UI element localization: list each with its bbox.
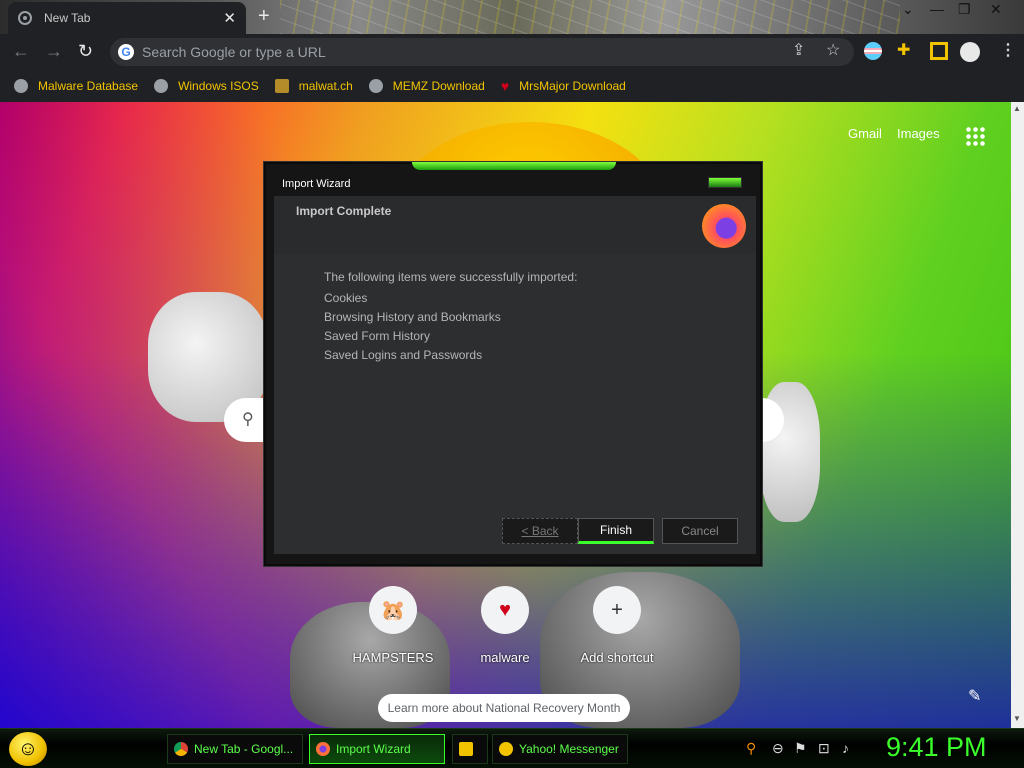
bookmark-mrsmajor-download[interactable]: ♥ MrsMajor Download: [501, 79, 626, 93]
bookmark-windows-isos[interactable]: Windows ISOS: [154, 79, 259, 93]
page-scrollbar[interactable]: ▲ ▼: [1011, 102, 1024, 728]
dialog-close-button[interactable]: [708, 177, 742, 188]
imported-item: Cookies: [324, 291, 368, 305]
search-icon: ⚲: [242, 411, 254, 428]
omnibox[interactable]: G Search Google or type a URL: [110, 38, 854, 66]
new-tab-button[interactable]: +: [258, 5, 270, 28]
shortcut-malware[interactable]: ♥ malware: [455, 586, 555, 665]
extensions-puzzle-icon[interactable]: ✚: [897, 42, 915, 60]
taskbar-item-folder[interactable]: [452, 734, 488, 764]
bookmark-label: Windows ISOS: [178, 79, 259, 93]
hamster-icon: 🐹: [369, 586, 417, 634]
start-smiley-button[interactable]: ☺: [9, 732, 47, 766]
title-glow-decoration: [412, 162, 616, 170]
shortcut-label: Add shortcut: [580, 650, 654, 665]
folder-icon: [459, 742, 473, 756]
back-arrow-icon[interactable]: ←: [12, 41, 30, 62]
search-box-left[interactable]: ⚲: [224, 398, 264, 442]
globe-icon: [154, 79, 169, 93]
bookmark-label: MrsMajor Download: [519, 79, 626, 93]
tab-new-tab[interactable]: New Tab ✕: [8, 2, 246, 34]
taskbar-label: Import Wizard: [336, 742, 411, 756]
shortcut-label: malware: [480, 650, 530, 665]
images-link[interactable]: Images: [897, 126, 940, 141]
bookmark-label: malwat.ch: [298, 79, 353, 93]
network-tray-icon[interactable]: ⊡: [818, 740, 830, 757]
bookmark-label: Malware Database: [38, 79, 139, 93]
tab-title: New Tab: [44, 11, 91, 25]
side-panel-icon[interactable]: [930, 42, 948, 60]
globe-icon: [368, 79, 383, 93]
learn-more-link[interactable]: Learn more about National Recovery Month: [378, 694, 630, 722]
theme-scribble-decoration: [280, 0, 900, 34]
search-tray-icon[interactable]: ⚲: [746, 740, 756, 757]
scroll-down-icon[interactable]: ▼: [1013, 714, 1021, 723]
tab-search-icon[interactable]: ⌄: [902, 1, 914, 18]
imported-item: Saved Form History: [324, 329, 431, 343]
apps-grid-icon[interactable]: [965, 126, 985, 146]
dialog-heading: Import Complete: [296, 204, 392, 218]
close-window-button[interactable]: ✕: [990, 1, 1002, 18]
reload-icon[interactable]: ↻: [78, 41, 93, 62]
yahoo-smiley-icon: [499, 742, 513, 756]
volume-tray-icon[interactable]: ♪: [842, 740, 849, 756]
taskbar-label: New Tab - Googl...: [194, 742, 294, 756]
bookmarks-bar: Malware Database Windows ISOS malwat.ch …: [0, 70, 1024, 102]
finish-button[interactable]: Finish: [578, 518, 654, 544]
bookmark-label: MEMZ Download: [392, 79, 485, 93]
minus-tray-icon[interactable]: ⊖: [772, 740, 784, 757]
plus-icon: +: [593, 586, 641, 634]
screen: New Tab ✕ + ⌄ — ❐ ✕ ← → ↻ G Search Googl…: [0, 0, 1024, 768]
bookmark-malware-database[interactable]: Malware Database: [14, 79, 138, 93]
taskbar-item-import-wizard[interactable]: Import Wizard: [309, 734, 445, 764]
dialog-header: Import Complete: [274, 196, 756, 254]
taskbar-item-yahoo-messenger[interactable]: Yahoo! Messenger: [492, 734, 628, 764]
taskbar-clock[interactable]: 9:41 PM: [886, 732, 987, 763]
flag-extension-icon[interactable]: [864, 42, 882, 60]
tab-strip: New Tab ✕ + ⌄ — ❐ ✕: [0, 0, 1024, 34]
maximize-button[interactable]: ❐: [958, 1, 971, 18]
globe-icon: [14, 79, 28, 93]
share-icon[interactable]: ⇪: [792, 40, 805, 60]
imported-item: Saved Logins and Passwords: [324, 348, 483, 362]
shortcut-label: HAMPSTERS: [352, 650, 434, 665]
dialog-title: Import Wizard: [282, 178, 351, 190]
chrome-menu-icon[interactable]: ⋮: [1000, 40, 1016, 60]
heart-icon: ♥: [500, 78, 510, 94]
omnibox-placeholder: Search Google or type a URL: [142, 44, 326, 60]
taskbar-label: Yahoo! Messenger: [519, 742, 619, 756]
chrome-icon: [174, 742, 188, 756]
google-g-icon: G: [118, 44, 134, 60]
import-intro-text: The following items were successfully im…: [324, 270, 578, 284]
taskbar: ☺ New Tab - Googl... Import Wizard Yahoo…: [0, 728, 1024, 768]
forward-arrow-icon[interactable]: →: [45, 41, 63, 62]
figure-icon: [274, 79, 289, 93]
import-wizard-dialog: Import Wizard Import Complete The follow…: [264, 162, 762, 566]
taskbar-item-new-tab[interactable]: New Tab - Googl...: [167, 734, 303, 764]
firefox-icon: [316, 742, 330, 756]
profile-avatar-icon[interactable]: [960, 42, 980, 62]
shortcut-hampsters[interactable]: 🐹 HAMPSTERS: [343, 586, 443, 665]
scroll-up-icon[interactable]: ▲: [1013, 104, 1021, 113]
bookmark-star-icon[interactable]: ☆: [826, 40, 840, 60]
dialog-body: The following items were successfully im…: [274, 254, 756, 554]
chrome-favicon-icon: [18, 11, 32, 25]
heart-icon: ♥: [481, 586, 529, 634]
minimize-button[interactable]: —: [930, 1, 944, 17]
bookmark-malwatch[interactable]: malwat.ch: [274, 79, 353, 93]
imported-item: Browsing History and Bookmarks: [324, 310, 501, 324]
cancel-button[interactable]: Cancel: [662, 518, 738, 544]
shortcut-add[interactable]: + Add shortcut: [567, 586, 667, 665]
tab-close-icon[interactable]: ✕: [223, 9, 236, 27]
firefox-logo-icon: [702, 204, 746, 248]
customize-pencil-icon[interactable]: ✎: [968, 686, 981, 706]
back-button[interactable]: < Back: [502, 518, 578, 544]
flag-tray-icon[interactable]: ⚑: [794, 740, 807, 757]
gmail-link[interactable]: Gmail: [848, 126, 882, 141]
bookmark-memz-download[interactable]: MEMZ Download: [368, 79, 485, 93]
